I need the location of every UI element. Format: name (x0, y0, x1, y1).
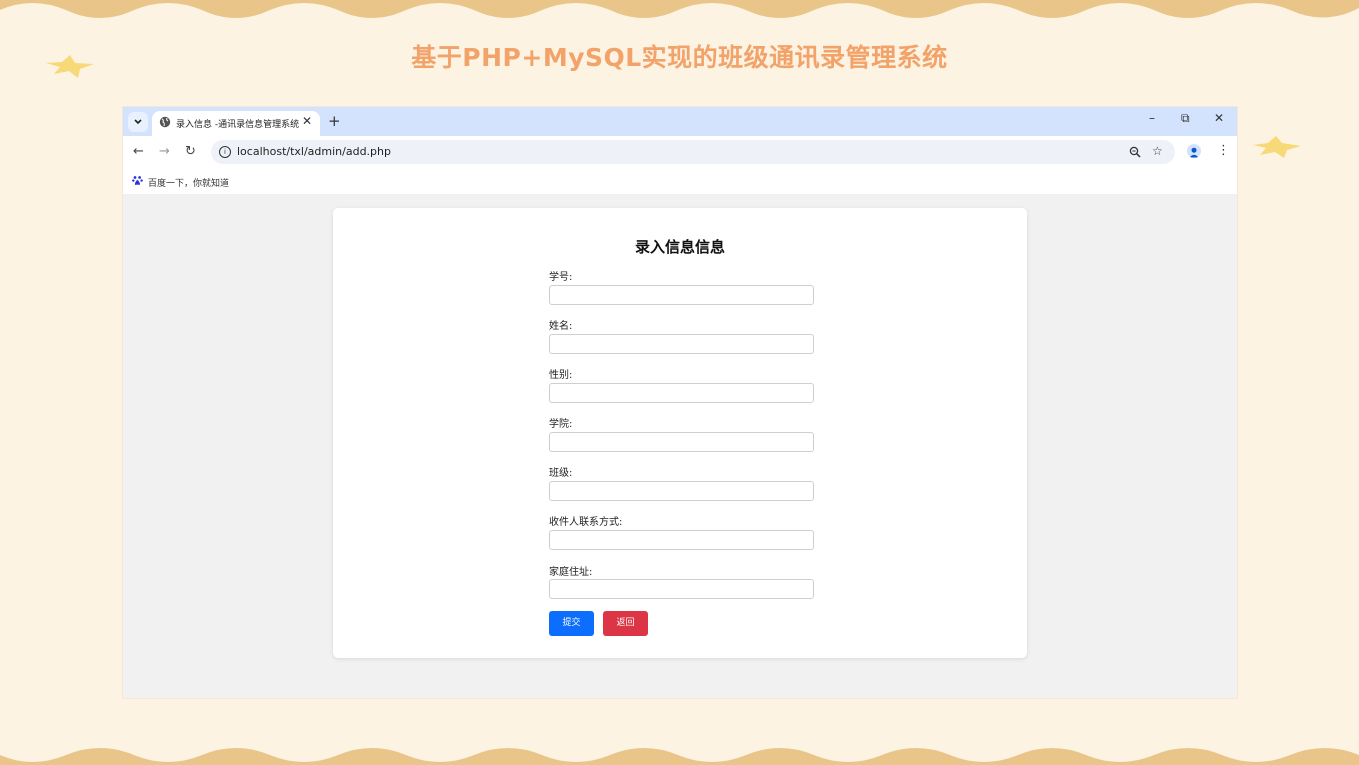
close-tab-icon[interactable]: ✕ (302, 114, 312, 128)
forward-arrow-icon[interactable]: → (159, 144, 170, 159)
name-label: 姓名: (549, 321, 573, 332)
tab-title: 录入信息 -通讯录信息管理系统 (176, 120, 300, 130)
gender-label: 性别: (549, 370, 573, 381)
gender-input[interactable] (549, 383, 814, 403)
chevron-down-icon (134, 119, 142, 125)
college-label: 学院: (549, 419, 573, 430)
class-label: 班级: (549, 468, 573, 479)
browser-window: 录入信息 -通讯录信息管理系统 ✕ + – ⧉ ✕ ← → ↻ i localh… (123, 107, 1237, 698)
back-arrow-icon[interactable]: ← (133, 144, 144, 159)
minimize-icon[interactable]: – (1149, 111, 1155, 125)
contact-input[interactable] (549, 530, 814, 550)
address-bar[interactable]: i localhost/txl/admin/add.php ☆ (211, 140, 1175, 164)
form-title: 录入信息信息 (634, 238, 725, 256)
site-info-icon[interactable]: i (219, 146, 231, 158)
url-text[interactable]: localhost/txl/admin/add.php (237, 145, 391, 158)
scallop-border-top (0, 0, 1359, 18)
student-id-label: 学号: (549, 272, 573, 283)
profile-avatar-icon[interactable] (1187, 144, 1201, 158)
bookmark-baidu[interactable]: 百度一下，你就知道 (148, 176, 229, 189)
globe-icon (159, 116, 171, 128)
name-input[interactable] (549, 334, 814, 354)
address-label: 家庭住址: (549, 567, 593, 578)
tab-active[interactable]: 录入信息 -通讯录信息管理系统 ✕ (152, 111, 320, 136)
baidu-paw-icon (132, 176, 143, 185)
scallop-border-bottom (0, 748, 1359, 765)
page-viewport: 录入信息信息 学号: 姓名: 性别: 学院: 班级: 收件人联系方式: 家庭住址… (123, 194, 1237, 698)
star-decoration-right (1253, 136, 1301, 158)
restore-icon[interactable]: ⧉ (1181, 111, 1190, 126)
back-button[interactable]: 返回 (603, 611, 648, 636)
contact-label: 收件人联系方式: (549, 517, 623, 528)
bookmarks-bar: 百度一下，你就知道 (123, 169, 1237, 194)
college-input[interactable] (549, 432, 814, 452)
bookmark-star-icon[interactable]: ☆ (1152, 144, 1163, 158)
zoom-icon[interactable] (1129, 146, 1141, 158)
new-tab-icon[interactable]: + (328, 112, 341, 130)
class-input[interactable] (549, 481, 814, 501)
tab-bar: 录入信息 -通讯录信息管理系统 ✕ + – ⧉ ✕ (123, 107, 1237, 136)
address-input[interactable] (549, 579, 814, 599)
student-id-input[interactable] (549, 285, 814, 305)
close-window-icon[interactable]: ✕ (1214, 111, 1224, 125)
person-icon (1189, 147, 1199, 158)
form-card: 录入信息信息 学号: 姓名: 性别: 学院: 班级: 收件人联系方式: 家庭住址… (333, 208, 1027, 658)
browser-toolbar: ← → ↻ i localhost/txl/admin/add.php ☆ ⋮ (123, 136, 1237, 169)
reload-icon[interactable]: ↻ (185, 144, 196, 159)
slide-title: 基于PHP+MySQL实现的班级通讯录管理系统 (411, 43, 948, 72)
tab-search-button[interactable] (128, 112, 148, 132)
menu-kebab-icon[interactable]: ⋮ (1217, 143, 1230, 158)
submit-button[interactable]: 提交 (549, 611, 594, 636)
